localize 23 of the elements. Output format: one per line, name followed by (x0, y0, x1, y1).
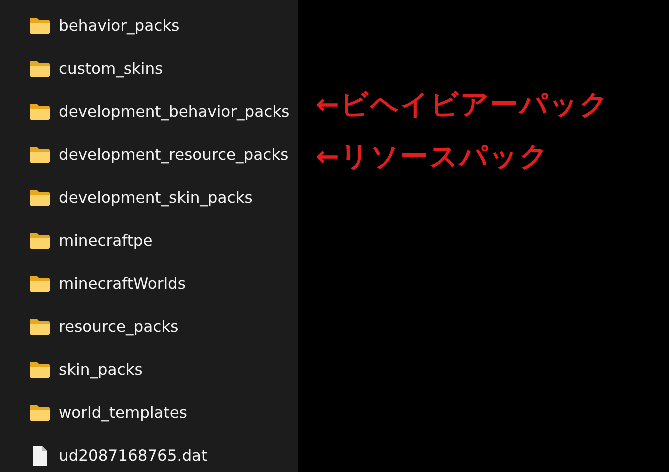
file-name[interactable]: resource_packs (59, 318, 179, 336)
folder-icon (29, 146, 51, 164)
file-name[interactable]: skin_packs (59, 360, 143, 378)
folder-icon (29, 274, 51, 292)
folder-icon (29, 360, 51, 378)
file-name[interactable]: minecraftpe (59, 232, 153, 250)
file-name[interactable]: minecraftWorlds (59, 274, 186, 292)
folder-icon (29, 16, 51, 34)
file-name[interactable]: development_behavior_packs (59, 102, 290, 120)
file-name[interactable]: custom_skins (59, 60, 164, 78)
annotation-text: ←リソースパック (316, 139, 550, 175)
file-name[interactable]: development_skin_packs (59, 188, 253, 206)
annotation-text: ←ビヘイビアーパック (316, 87, 610, 123)
folder-icon (29, 232, 51, 250)
folder-icon (29, 404, 51, 422)
file-name[interactable]: behavior_packs (59, 16, 180, 34)
folder-icon (29, 188, 51, 206)
file-name[interactable]: development_resource_packs (59, 146, 289, 164)
file-name[interactable]: world_templates (59, 404, 188, 422)
folder-icon (29, 318, 51, 336)
folder-icon (29, 60, 51, 78)
folder-icon (29, 102, 51, 120)
file-name[interactable]: ud2087168765.dat (59, 446, 208, 464)
